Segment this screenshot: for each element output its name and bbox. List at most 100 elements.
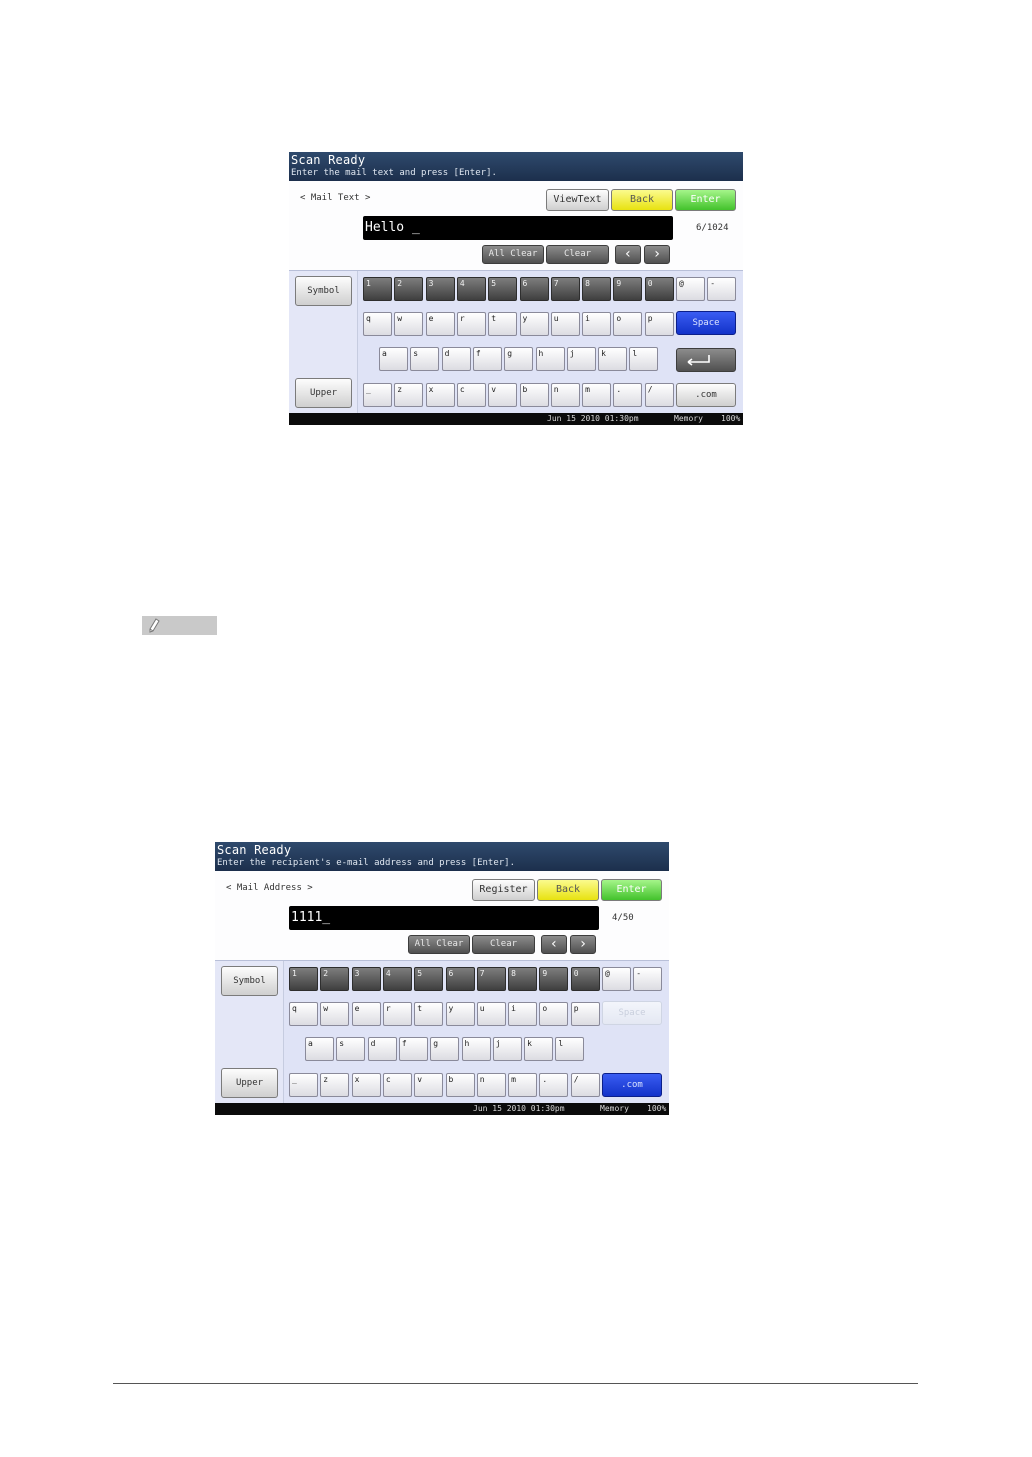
key-row1-0[interactable]: 1 xyxy=(363,277,392,301)
all-clear-button[interactable]: All Clear xyxy=(482,245,544,264)
key-row1-11[interactable]: - xyxy=(707,277,737,301)
key-row4-2[interactable]: x xyxy=(351,1073,381,1097)
viewtext-button[interactable]: ViewText xyxy=(546,189,609,211)
space-key[interactable]: Space xyxy=(676,311,736,335)
key-row3-3[interactable]: f xyxy=(398,1037,428,1061)
key-row3-7[interactable]: k xyxy=(524,1037,554,1061)
symbol-button[interactable]: Symbol xyxy=(295,276,352,306)
register-button[interactable]: Register xyxy=(472,879,535,901)
symbol-button[interactable]: Symbol xyxy=(221,966,278,996)
key-row4-8[interactable]: . xyxy=(613,383,643,407)
key-row2-7[interactable]: i xyxy=(582,312,612,336)
key-row3-0[interactable]: a xyxy=(305,1037,334,1061)
key-row1-2[interactable]: 3 xyxy=(351,967,381,991)
all-clear-button[interactable]: All Clear xyxy=(408,935,470,954)
upper-button[interactable]: Upper xyxy=(221,1068,278,1098)
key-row2-2[interactable]: e xyxy=(351,1002,381,1026)
key-row1-10[interactable]: @ xyxy=(676,277,705,301)
key-row2-0[interactable]: q xyxy=(363,312,392,336)
key-row4-9[interactable]: / xyxy=(644,383,674,407)
key-row3-1[interactable]: s xyxy=(410,347,440,371)
key-row2-5[interactable]: y xyxy=(519,312,549,336)
key-row1-0[interactable]: 1 xyxy=(289,967,318,991)
key-row2-6[interactable]: u xyxy=(476,1002,506,1026)
address-input[interactable]: 1111_ xyxy=(289,906,599,930)
key-row3-7[interactable]: k xyxy=(598,347,628,371)
return-key[interactable] xyxy=(676,348,736,372)
key-row2-3[interactable]: r xyxy=(456,312,486,336)
key-row1-4[interactable]: 5 xyxy=(414,967,444,991)
dotcom-key[interactable]: .com xyxy=(602,1073,662,1097)
enter-button[interactable]: Enter xyxy=(675,189,736,211)
key-row2-9[interactable]: p xyxy=(644,312,674,336)
key-row2-0[interactable]: q xyxy=(289,1002,318,1026)
key-row1-4[interactable]: 5 xyxy=(488,277,518,301)
key-row1-8[interactable]: 9 xyxy=(613,277,643,301)
key-row2-1[interactable]: w xyxy=(320,1002,350,1026)
key-row3-0[interactable]: a xyxy=(379,347,408,371)
cursor-right-button[interactable]: › xyxy=(644,245,670,264)
key-row1-5[interactable]: 6 xyxy=(445,967,475,991)
key-row3-3[interactable]: f xyxy=(472,347,502,371)
key-row4-3[interactable]: c xyxy=(382,1073,412,1097)
clear-button[interactable]: Clear xyxy=(472,935,535,954)
enter-button[interactable]: Enter xyxy=(601,879,662,901)
key-row1-7[interactable]: 8 xyxy=(582,277,612,301)
key-row2-9[interactable]: p xyxy=(570,1002,600,1026)
key-row4-6[interactable]: n xyxy=(550,383,580,407)
key-row1-6[interactable]: 7 xyxy=(550,277,580,301)
key-row1-1[interactable]: 2 xyxy=(320,967,350,991)
upper-button[interactable]: Upper xyxy=(295,378,352,408)
key-row1-7[interactable]: 8 xyxy=(508,967,538,991)
key-row1-9[interactable]: 0 xyxy=(570,967,600,991)
cursor-right-button[interactable]: › xyxy=(570,935,596,954)
key-row1-10[interactable]: @ xyxy=(602,967,631,991)
key-row4-5[interactable]: b xyxy=(445,1073,475,1097)
cursor-left-button[interactable]: ‹ xyxy=(615,245,641,264)
text-input[interactable]: Hello _ xyxy=(363,216,673,240)
key-row1-3[interactable]: 4 xyxy=(456,277,486,301)
key-row4-1[interactable]: z xyxy=(394,383,424,407)
key-row2-6[interactable]: u xyxy=(550,312,580,336)
key-row2-2[interactable]: e xyxy=(425,312,455,336)
key-row4-8[interactable]: . xyxy=(539,1073,569,1097)
key-row4-0[interactable]: _ xyxy=(363,383,392,407)
back-button[interactable]: Back xyxy=(611,189,673,211)
key-row3-6[interactable]: j xyxy=(492,1037,522,1061)
key-row4-4[interactable]: v xyxy=(414,1073,444,1097)
key-row4-7[interactable]: m xyxy=(582,383,612,407)
cursor-left-button[interactable]: ‹ xyxy=(541,935,567,954)
key-row2-3[interactable]: r xyxy=(382,1002,412,1026)
key-row3-5[interactable]: h xyxy=(461,1037,491,1061)
space-key[interactable]: Space xyxy=(602,1001,662,1025)
key-row2-8[interactable]: o xyxy=(539,1002,569,1026)
key-row1-8[interactable]: 9 xyxy=(539,967,569,991)
key-row3-4[interactable]: g xyxy=(504,347,534,371)
key-row2-4[interactable]: t xyxy=(488,312,518,336)
key-row4-3[interactable]: c xyxy=(456,383,486,407)
key-row1-1[interactable]: 2 xyxy=(394,277,424,301)
key-row4-2[interactable]: x xyxy=(425,383,455,407)
key-row3-1[interactable]: s xyxy=(336,1037,366,1061)
key-row3-2[interactable]: d xyxy=(441,347,471,371)
key-row1-9[interactable]: 0 xyxy=(644,277,674,301)
key-row1-5[interactable]: 6 xyxy=(519,277,549,301)
key-row4-9[interactable]: / xyxy=(570,1073,600,1097)
key-row4-0[interactable]: _ xyxy=(289,1073,318,1097)
key-row1-3[interactable]: 4 xyxy=(382,967,412,991)
key-row1-2[interactable]: 3 xyxy=(425,277,455,301)
key-row3-6[interactable]: j xyxy=(566,347,596,371)
key-row3-8[interactable]: l xyxy=(629,347,659,371)
key-row2-8[interactable]: o xyxy=(613,312,643,336)
key-row4-1[interactable]: z xyxy=(320,1073,350,1097)
key-row1-11[interactable]: - xyxy=(633,967,663,991)
key-row2-7[interactable]: i xyxy=(508,1002,538,1026)
back-button[interactable]: Back xyxy=(537,879,599,901)
dotcom-key[interactable]: .com xyxy=(676,383,736,407)
key-row3-2[interactable]: d xyxy=(367,1037,397,1061)
key-row1-6[interactable]: 7 xyxy=(476,967,506,991)
key-row4-5[interactable]: b xyxy=(519,383,549,407)
key-row2-4[interactable]: t xyxy=(414,1002,444,1026)
key-row4-6[interactable]: n xyxy=(476,1073,506,1097)
key-row2-1[interactable]: w xyxy=(394,312,424,336)
